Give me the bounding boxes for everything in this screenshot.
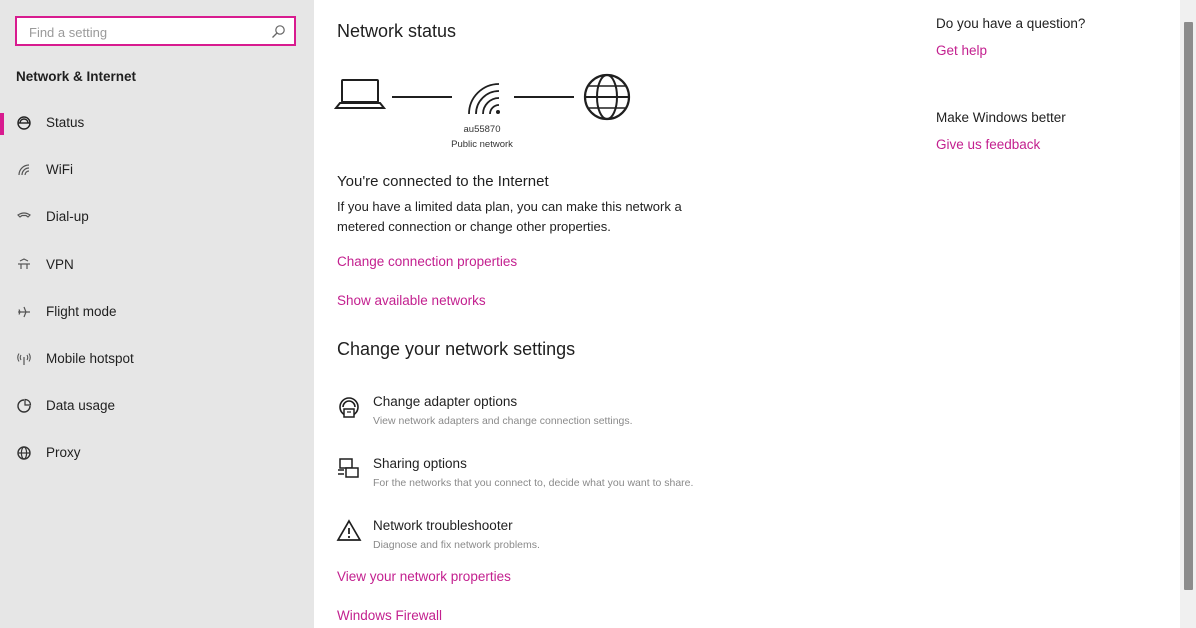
- sidebar-item-status[interactable]: Status: [0, 104, 314, 144]
- scrollbar-thumb[interactable]: [1184, 22, 1193, 590]
- globe-icon: [583, 73, 631, 121]
- option-title: Sharing options: [373, 456, 467, 471]
- warning-icon: [336, 519, 362, 541]
- connected-heading: You're connected to the Internet: [337, 173, 549, 190]
- vpn-icon: [18, 258, 30, 269]
- sidebar: Network & Internet Status WiFi Dial-up: [0, 0, 314, 628]
- option-description: Diagnose and fix network problems.: [373, 539, 540, 551]
- sidebar-item-label: Data usage: [46, 398, 116, 413]
- get-help-link[interactable]: Get help: [936, 43, 987, 58]
- sidebar-item-label: Proxy: [46, 445, 81, 460]
- sidebar-item-dialup[interactable]: Dial-up: [0, 198, 314, 238]
- sidebar-item-data-usage[interactable]: Data usage: [0, 387, 314, 427]
- show-available-networks-link[interactable]: Show available networks: [337, 293, 486, 308]
- main-content: Network status au55870 Public network Yo…: [314, 0, 1180, 628]
- change-connection-properties-link[interactable]: Change connection properties: [337, 254, 517, 269]
- proxy-icon: [17, 446, 31, 460]
- windows-firewall-link[interactable]: Windows Firewall: [337, 608, 442, 623]
- search-box[interactable]: [15, 16, 296, 46]
- give-feedback-link[interactable]: Give us feedback: [936, 137, 1040, 152]
- network-name: au55870: [463, 124, 501, 135]
- selection-indicator: [0, 113, 4, 135]
- sidebar-item-label: Mobile hotspot: [46, 351, 134, 366]
- page-title: Network status: [337, 21, 457, 41]
- dialup-icon: [17, 212, 31, 218]
- sidebar-item-label: Flight mode: [46, 304, 117, 319]
- sidebar-item-label: Dial-up: [46, 209, 89, 224]
- scrollbar[interactable]: [1180, 0, 1196, 628]
- search-icon[interactable]: [270, 24, 286, 40]
- network-diagram: [334, 73, 631, 121]
- feedback-heading: Make Windows better: [936, 110, 1066, 125]
- sidebar-item-proxy[interactable]: Proxy: [0, 434, 314, 474]
- status-icon: [17, 116, 31, 130]
- sidebar-item-wifi[interactable]: WiFi: [0, 151, 314, 191]
- option-title: Change adapter options: [373, 394, 518, 409]
- sidebar-section-title: Network & Internet: [16, 69, 137, 84]
- hotspot-icon: [17, 353, 31, 365]
- sharing-icon: [338, 458, 359, 478]
- data-usage-icon: [17, 398, 32, 413]
- laptop-icon: [334, 79, 387, 109]
- network-type: Public network: [451, 139, 513, 150]
- search-input[interactable]: [27, 23, 271, 41]
- wifi-icon: [18, 164, 30, 176]
- sidebar-item-mobile-hotspot[interactable]: Mobile hotspot: [0, 340, 314, 380]
- help-question-heading: Do you have a question?: [936, 16, 1086, 31]
- sidebar-item-label: Status: [46, 115, 85, 130]
- wifi-signal-icon: [468, 83, 500, 115]
- sidebar-item-flight-mode[interactable]: Flight mode: [0, 293, 314, 333]
- option-title: Network troubleshooter: [373, 518, 513, 533]
- view-network-properties-link[interactable]: View your network properties: [337, 569, 511, 584]
- option-description: For the networks that you connect to, de…: [373, 477, 694, 489]
- sidebar-item-label: VPN: [46, 257, 74, 272]
- option-description: View network adapters and change connect…: [373, 415, 633, 427]
- sidebar-item-label: WiFi: [46, 162, 73, 177]
- airplane-icon: [18, 306, 30, 318]
- adapter-icon: [339, 397, 359, 418]
- sidebar-item-vpn[interactable]: VPN: [0, 246, 314, 286]
- connected-description-line2: metered connection or change other prope…: [337, 219, 611, 234]
- change-settings-heading: Change your network settings: [337, 339, 576, 359]
- connected-description-line1: If you have a limited data plan, you can…: [337, 199, 682, 214]
